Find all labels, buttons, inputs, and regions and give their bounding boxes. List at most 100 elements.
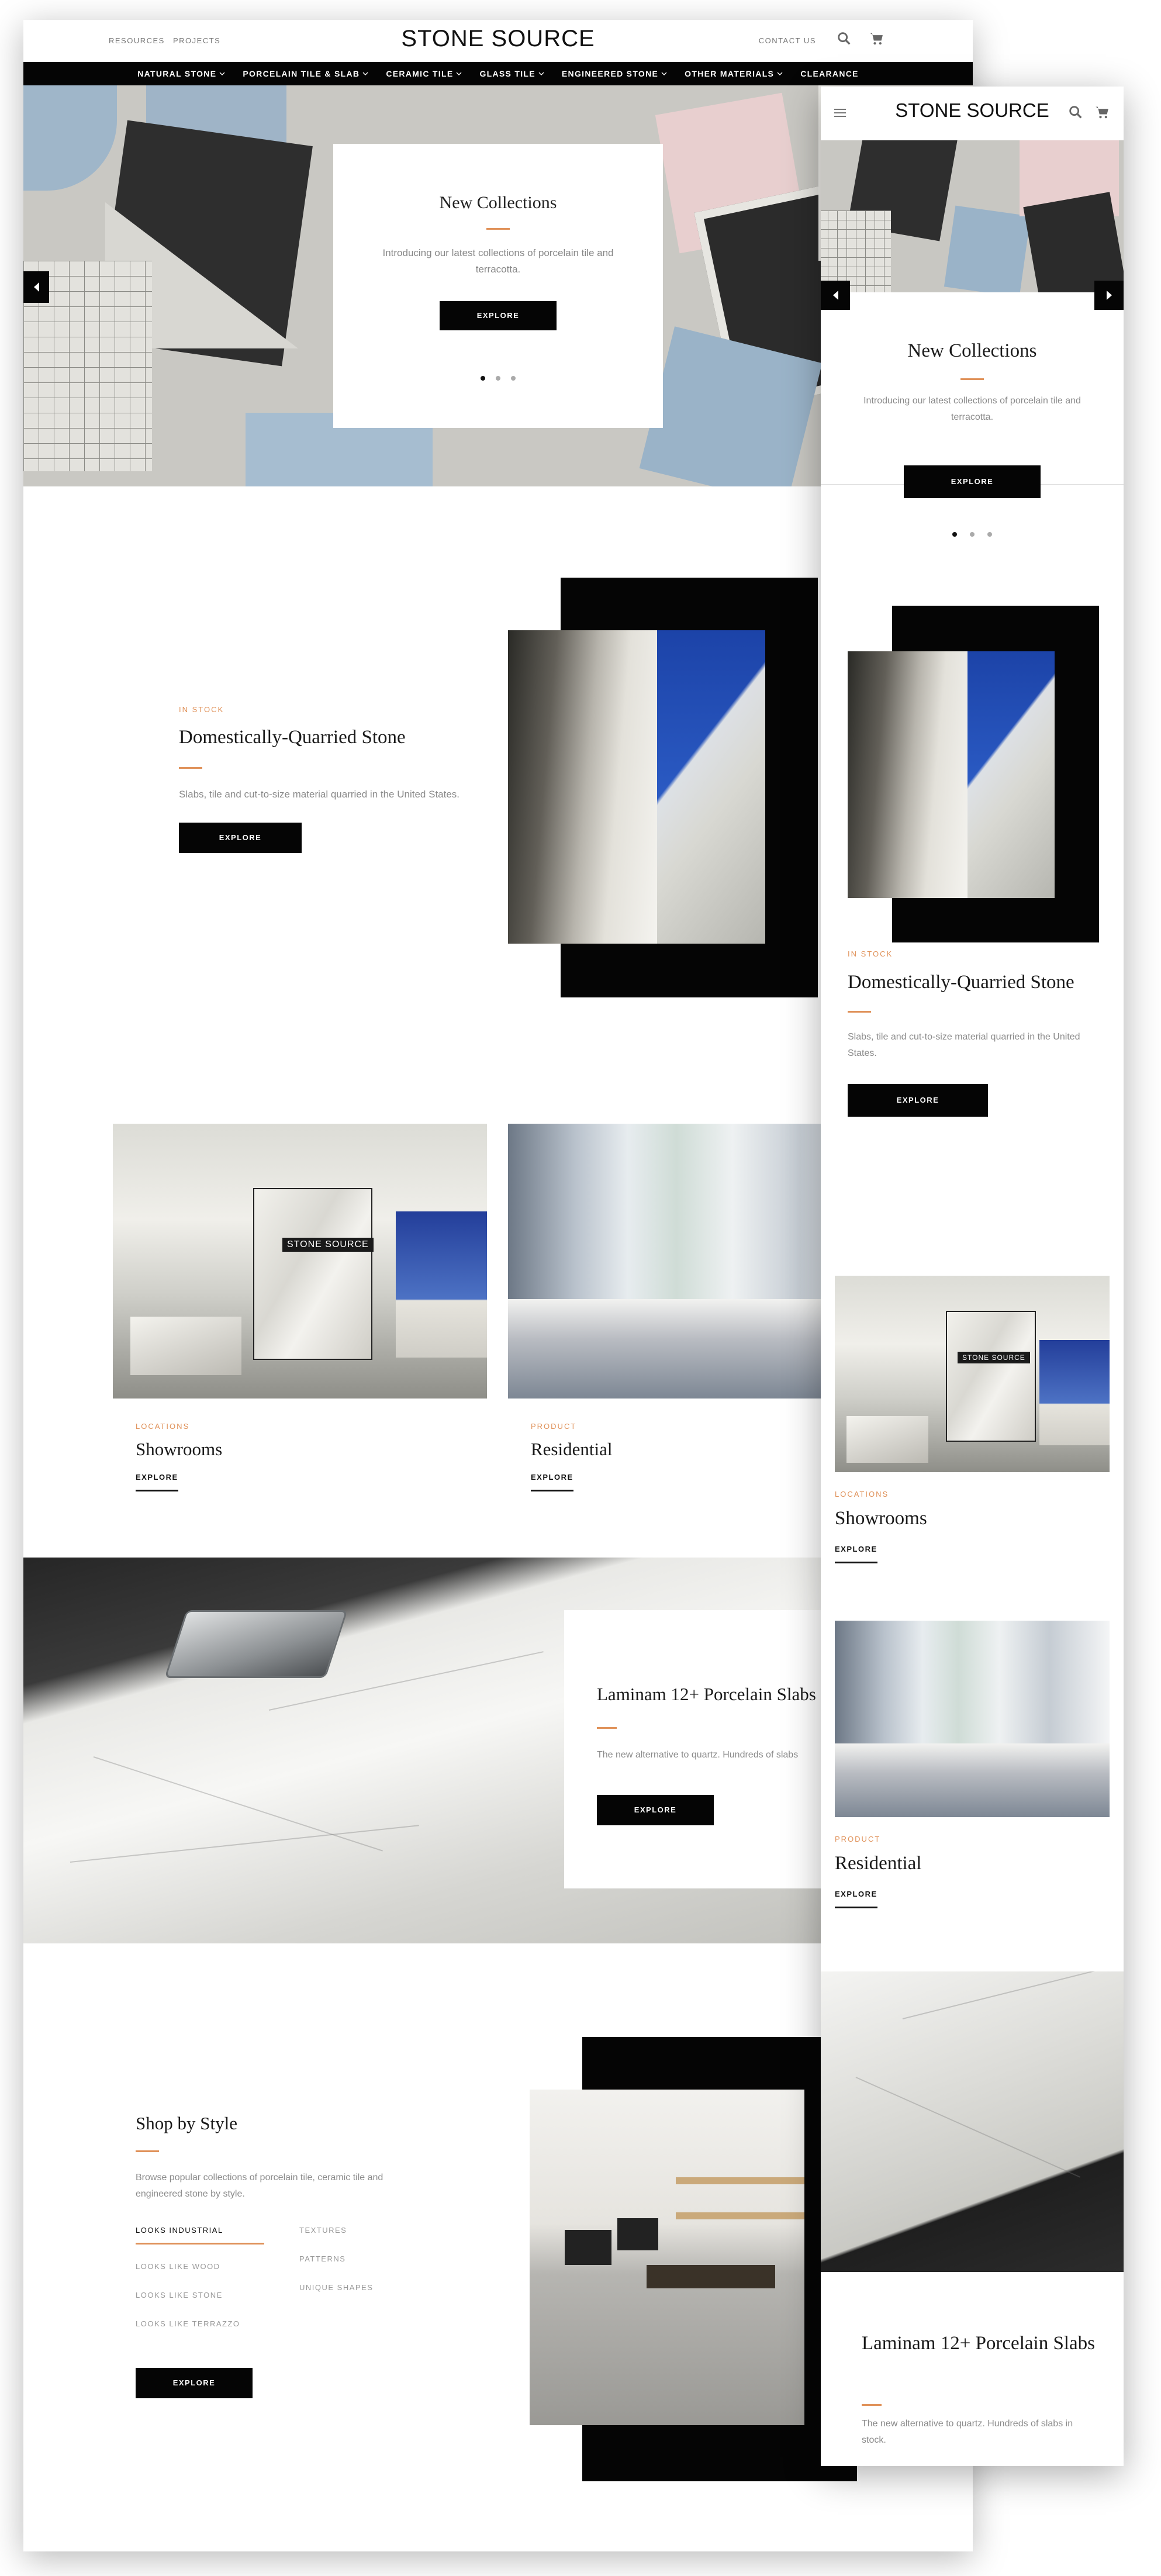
residential-image[interactable] [835,1621,1110,1817]
hero-explore-button[interactable]: EXPLORE [440,301,557,330]
card-eyebrow: LOCATIONS [835,1490,889,1498]
quarry-image [848,651,1055,898]
site-logo[interactable]: STONE SOURCE [23,26,973,52]
domestic-title: Domestically-Quarried Stone [848,972,1074,993]
style-link-textures[interactable]: TEXTURES [299,2226,373,2235]
marble-vein [70,1825,419,1863]
mobile-page: STONE SOURCE New Collections Introducing… [821,87,1124,2466]
mobile-showrooms-explore-link[interactable]: EXPLORE [835,1545,877,1563]
wood-shelf [676,2212,804,2219]
card-eyebrow: LOCATIONS [136,1422,190,1431]
marble-block [130,1317,241,1375]
contact-link[interactable]: CONTACT US [759,36,816,45]
search-icon[interactable] [1067,104,1084,120]
hero-subtitle: Introducing our latest collections of po… [382,247,614,275]
accent-divider [960,378,984,380]
kitchen-image [821,1971,1124,2272]
mobile-hero-card: New Collections Introducing our latest c… [821,320,1124,426]
carousel-dot[interactable] [496,376,500,381]
nav-natural-stone[interactable]: NATURAL STONE [137,69,225,78]
cart-icon[interactable] [1094,104,1111,120]
quarry-image [508,630,765,944]
domestic-explore-button[interactable]: EXPLORE [179,823,302,853]
style-link-patterns[interactable]: PATTERNS [299,2254,373,2263]
carousel-dot[interactable] [970,532,975,537]
nav-label: GLASS TILE [479,69,535,78]
showroom-image[interactable]: STONE SOURCE [835,1276,1110,1472]
style-link-looks-like-terrazzo[interactable]: LOOKS LIKE TERRAZZO [136,2319,264,2328]
chevron-down-icon [777,72,783,75]
card-title: Residential [531,1439,613,1459]
mobile-laminam-card: Laminam 12+ Porcelain Slabs The new alte… [821,2272,1124,2466]
card-title: Residential [835,1853,922,1874]
carousel-dot[interactable] [481,376,485,381]
chevron-down-icon [456,72,462,75]
site-header: RESOURCES PROJECTS STONE SOURCE CONTACT … [23,20,973,62]
laminam-explore-button[interactable]: EXPLORE [597,1795,714,1825]
showroom-sign: STONE SOURCE [958,1352,1030,1363]
mobile-hero-image [821,140,1124,292]
accent-divider [136,2150,159,2152]
accent-divider [179,767,202,769]
quarry-rock [508,630,658,944]
laminam-title: Laminam 12+ Porcelain Slabs [862,2333,1095,2354]
mobile-residential-text: PRODUCT Residential EXPLORE [835,1835,921,1908]
chevron-down-icon [362,72,368,75]
nav-label: CLEARANCE [800,69,859,78]
residential-explore-link[interactable]: EXPLORE [531,1473,573,1491]
style-explore-button[interactable]: EXPLORE [136,2368,253,2398]
mobile-showrooms-text: LOCATIONS Showrooms EXPLORE [835,1490,927,1563]
nav-label: NATURAL STONE [137,69,217,78]
arrow-right-icon [1106,291,1112,300]
hero-tile [944,205,1031,292]
nav-engineered-stone[interactable]: ENGINEERED STONE [562,69,667,78]
showrooms-card-text: LOCATIONS Showrooms EXPLORE [136,1422,222,1491]
laminam-body: The new alternative to quartz. Hundreds … [597,1750,799,1760]
domestic-text: IN STOCK Domestically-Quarried Stone Sla… [179,705,483,853]
domestic-eyebrow: IN STOCK [848,949,893,958]
style-link-looks-like-stone[interactable]: LOOKS LIKE STONE [136,2291,264,2299]
hero-tile [821,210,891,292]
style-links: LOOKS INDUSTRIAL LOOKS LIKE WOOD LOOKS L… [136,2226,463,2328]
marble-wall [946,1311,1036,1442]
mobile-hero-title: New Collections [907,340,1037,361]
nav-porcelain-tile-slab[interactable]: PORCELAIN TILE & SLAB [243,69,368,78]
showrooms-explore-link[interactable]: EXPLORE [136,1473,178,1491]
search-icon[interactable] [836,30,852,47]
carousel-prev-button[interactable] [821,281,850,310]
arrow-left-icon [33,282,39,292]
style-links-col2: TEXTURES PATTERNS UNIQUE SHAPES [299,2226,373,2328]
style-link-unique-shapes[interactable]: UNIQUE SHAPES [299,2283,373,2292]
nav-clearance[interactable]: CLEARANCE [800,69,859,78]
nav-ceramic-tile[interactable]: CERAMIC TILE [386,69,462,78]
main-nav: NATURAL STONE PORCELAIN TILE & SLAB CERA… [23,62,973,85]
card-eyebrow: PRODUCT [835,1835,881,1843]
laminam-body: The new alternative to quartz. Hundreds … [862,2419,1073,2445]
carousel-dots [333,376,663,381]
nav-glass-tile[interactable]: GLASS TILE [479,69,544,78]
style-links-col1: LOOKS INDUSTRIAL LOOKS LIKE WOOD LOOKS L… [136,2226,264,2328]
carousel-dot[interactable] [511,376,516,381]
carousel-dot[interactable] [987,532,992,537]
accent-divider [486,228,510,230]
style-title: Shop by Style [136,2113,237,2133]
showroom-image[interactable]: STONE SOURCE [113,1124,487,1399]
carousel-next-button[interactable] [1094,281,1124,310]
chair [565,2230,611,2265]
quarry-rock [848,651,968,898]
mobile-residential-explore-link[interactable]: EXPLORE [835,1890,877,1908]
style-link-looks-industrial[interactable]: LOOKS INDUSTRIAL [136,2226,264,2244]
mobile-domestic-text: IN STOCK Domestically-Quarried Stone Sla… [848,949,1093,1117]
mobile-domestic-explore-button[interactable]: EXPLORE [848,1084,988,1117]
arrow-left-icon [832,291,838,300]
carousel-dot[interactable] [952,532,957,537]
carousel-prev-button[interactable] [23,271,49,303]
marble-wall [253,1188,372,1360]
cart-icon[interactable] [869,30,885,47]
style-link-looks-like-wood[interactable]: LOOKS LIKE WOOD [136,2262,264,2271]
mobile-hero-explore-button[interactable]: EXPLORE [904,465,1041,498]
card-title: Showrooms [136,1439,223,1459]
nav-other-materials[interactable]: OTHER MATERIALS [685,69,783,78]
coffee-table [647,2265,775,2288]
accent-divider [862,2404,882,2406]
